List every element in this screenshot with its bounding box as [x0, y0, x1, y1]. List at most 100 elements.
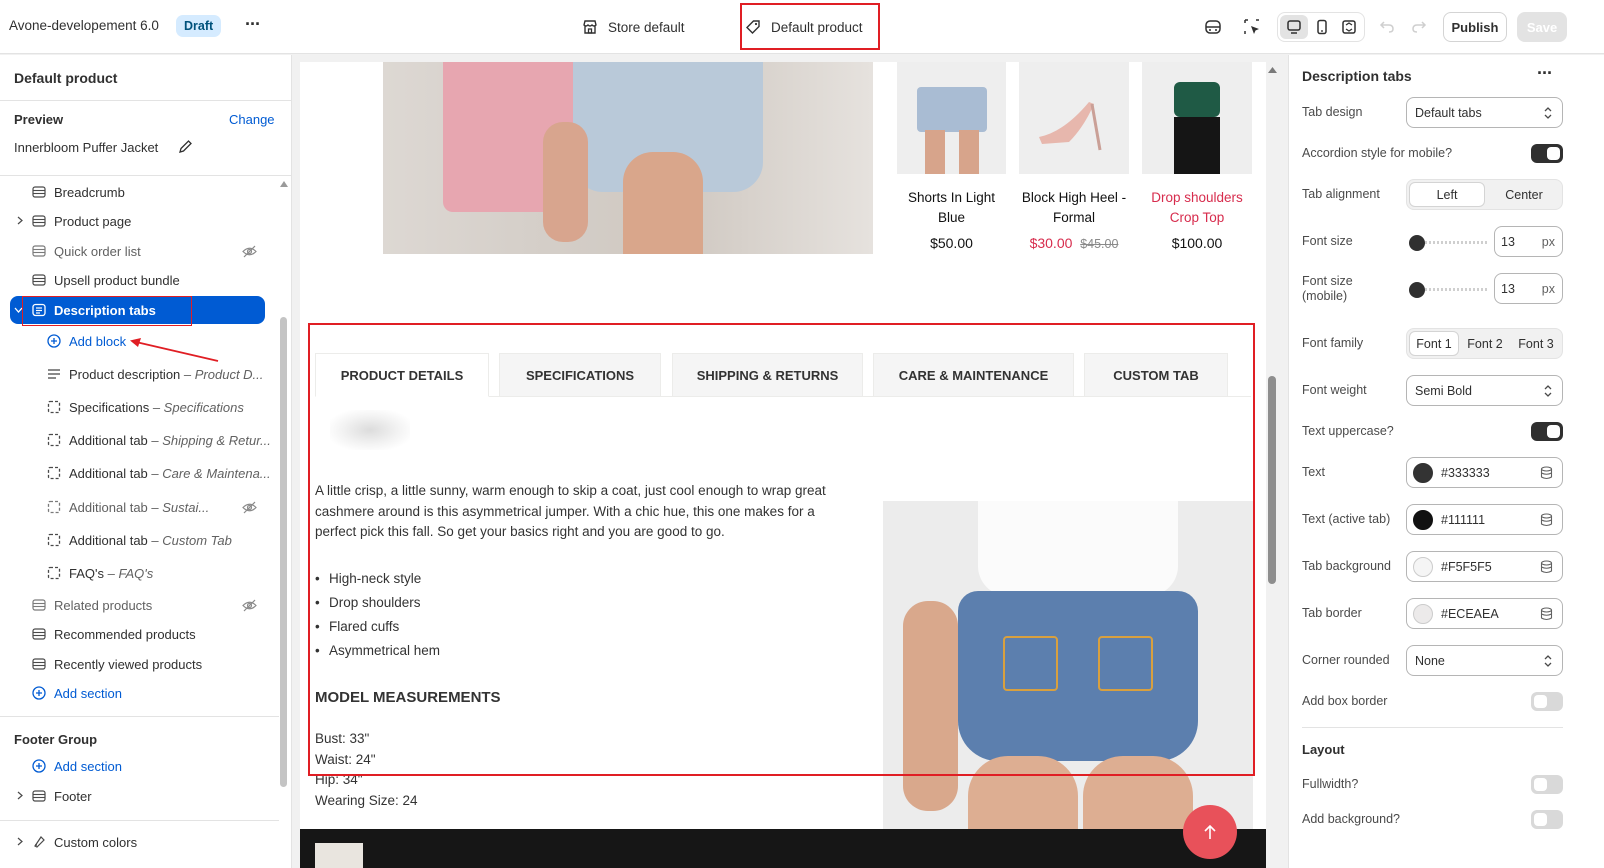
font-size-mobile-slider-knob[interactable]: [1409, 282, 1425, 298]
eye-hidden-icon[interactable]: [242, 598, 257, 613]
canvas-scrollbar[interactable]: [1268, 376, 1276, 584]
product-card-heel[interactable]: Block High Heel - Formal $30.00 $45.00: [1010, 188, 1138, 254]
shorts-shape: [917, 87, 987, 132]
leg-shape: [1083, 756, 1193, 831]
product-image-heel[interactable]: [1019, 62, 1129, 174]
block-specifications[interactable]: Specifications – Specifications: [47, 393, 244, 421]
section-upsell-bundle[interactable]: Upsell product bundle: [32, 266, 180, 294]
section-breadcrumb[interactable]: Breadcrumb: [32, 178, 125, 206]
dashed-square-icon: [47, 400, 61, 414]
store-default-tab[interactable]: Store default: [582, 15, 685, 39]
settings-panel: Description tabs ··· Tab design Default …: [1288, 55, 1604, 868]
eye-hidden-icon[interactable]: [242, 500, 257, 515]
font-size-label: Font size: [1302, 234, 1353, 248]
dashed-square-icon: [47, 433, 61, 447]
add-block-button[interactable]: Add block: [47, 327, 126, 355]
save-button[interactable]: Save: [1517, 12, 1567, 42]
font-size-input[interactable]: 13 px: [1494, 226, 1563, 257]
font-size-slider-knob[interactable]: [1409, 235, 1425, 251]
tab-border-color-label: Tab border: [1302, 606, 1362, 620]
block-product-description[interactable]: Product description – Product D...: [47, 360, 263, 388]
block-additional-tab-shipping[interactable]: Additional tab – Shipping & Retur...: [47, 426, 271, 454]
dashed-square-icon: [47, 466, 61, 480]
align-center-option[interactable]: Center: [1486, 182, 1562, 207]
back-to-top-button[interactable]: [1183, 805, 1237, 859]
block-additional-tab-sustainability[interactable]: Additional tab – Sustai...: [47, 493, 209, 521]
block-additional-tab-care[interactable]: Additional tab – Care & Maintena...: [47, 459, 271, 487]
app-embed-icon[interactable]: [1204, 18, 1222, 36]
text-active-color-picker[interactable]: #111111: [1406, 504, 1563, 535]
sticky-cart-bar: [300, 829, 1266, 868]
accordion-label: Accordion style for mobile?: [1302, 146, 1453, 160]
arrow-up-icon: [1203, 824, 1217, 840]
change-preview-link[interactable]: Change: [229, 112, 275, 127]
pencil-icon[interactable]: [178, 139, 193, 154]
font-2-option[interactable]: Font 2: [1460, 331, 1510, 356]
measurements-list: Bust: 33" Waist: 24" Hip: 34" Wearing Si…: [315, 729, 418, 811]
default-product-tab[interactable]: Default product: [745, 15, 863, 39]
add-section-button[interactable]: Add section: [32, 679, 122, 707]
select-value: Default tabs: [1415, 105, 1482, 120]
tab-product-details[interactable]: PRODUCT DETAILS: [315, 353, 489, 397]
uppercase-toggle[interactable]: [1531, 422, 1563, 441]
section-icon: [32, 185, 46, 199]
inspector-icon[interactable]: [1243, 18, 1261, 36]
select-chevron-icon: [1543, 654, 1553, 668]
tab-specifications[interactable]: SPECIFICATIONS: [499, 353, 661, 397]
product-card-crop-top[interactable]: Drop shoulders Crop Top $100.00: [1139, 188, 1255, 253]
block-sub: – FAQ's: [107, 565, 154, 581]
description-tabs-row: Description tabs: [32, 296, 156, 324]
block-additional-tab-custom[interactable]: Additional tab – Custom Tab: [47, 526, 232, 554]
product-image-crop-top[interactable]: [1142, 62, 1252, 174]
tab-design-select[interactable]: Default tabs: [1406, 97, 1563, 128]
chevron-right-icon[interactable]: [15, 837, 24, 846]
undo-icon[interactable]: [1379, 18, 1395, 34]
align-left-option[interactable]: Left: [1409, 182, 1485, 207]
font-3-option[interactable]: Font 3: [1511, 331, 1561, 356]
section-quick-order-list[interactable]: Quick order list: [32, 237, 141, 265]
chevron-right-icon[interactable]: [15, 791, 24, 800]
canvas-scroll-up-icon[interactable]: [1268, 66, 1277, 74]
box-border-toggle[interactable]: [1531, 692, 1563, 711]
eye-hidden-icon[interactable]: [242, 244, 257, 259]
custom-colors-item[interactable]: Custom colors: [32, 828, 137, 856]
font-weight-select[interactable]: Semi Bold: [1406, 375, 1563, 406]
tab-care-maintenance[interactable]: CARE & MAINTENANCE: [873, 353, 1074, 397]
tab-custom-tab[interactable]: CUSTOM TAB: [1084, 353, 1228, 397]
settings-more-button[interactable]: ···: [1537, 63, 1553, 84]
section-product-page[interactable]: Product page: [32, 207, 131, 235]
section-recently-viewed[interactable]: Recently viewed products: [32, 650, 202, 678]
add-background-toggle[interactable]: [1531, 810, 1563, 829]
product-image-shorts[interactable]: [897, 62, 1006, 174]
tree-scrollbar[interactable]: [280, 317, 287, 787]
block-faqs[interactable]: FAQ's – FAQ's: [47, 559, 153, 587]
section-footer[interactable]: Footer: [32, 782, 92, 810]
jeans-shorts-shape: [958, 591, 1198, 761]
publish-button[interactable]: Publish: [1443, 12, 1507, 42]
chevron-right-icon[interactable]: [15, 216, 24, 225]
tab-alignment-segmented: Left Center: [1406, 179, 1563, 210]
product-card-shorts[interactable]: Shorts In Light Blue $50.00: [897, 188, 1006, 253]
fullwidth-toggle[interactable]: [1531, 775, 1563, 794]
font-1-option[interactable]: Font 1: [1409, 331, 1459, 356]
database-icon: [1540, 560, 1553, 574]
color-value: #111111: [1441, 512, 1486, 527]
section-recommended-products[interactable]: Recommended products: [32, 620, 196, 648]
add-background-label: Add background?: [1302, 812, 1400, 826]
scroll-up-icon[interactable]: [280, 180, 288, 188]
more-actions-button[interactable]: ···: [245, 14, 261, 35]
pants-shape: [1174, 117, 1220, 174]
tab-bg-color-picker[interactable]: #F5F5F5: [1406, 551, 1563, 582]
font-size-mobile-input[interactable]: 13 px: [1494, 273, 1563, 304]
accordion-toggle[interactable]: [1531, 144, 1563, 163]
corner-rounded-select[interactable]: None: [1406, 645, 1563, 676]
mobile-icon[interactable]: [1314, 19, 1330, 35]
section-related-products[interactable]: Related products: [32, 591, 152, 619]
chevron-down-icon[interactable]: [14, 305, 23, 314]
redo-icon[interactable]: [1411, 18, 1427, 34]
tab-shipping-returns[interactable]: SHIPPING & RETURNS: [672, 353, 863, 397]
tab-border-color-picker[interactable]: #ECEAEA: [1406, 598, 1563, 629]
fullscreen-icon[interactable]: [1341, 19, 1357, 35]
footer-add-section-button[interactable]: Add section: [32, 752, 122, 780]
text-color-picker[interactable]: #333333: [1406, 457, 1563, 488]
